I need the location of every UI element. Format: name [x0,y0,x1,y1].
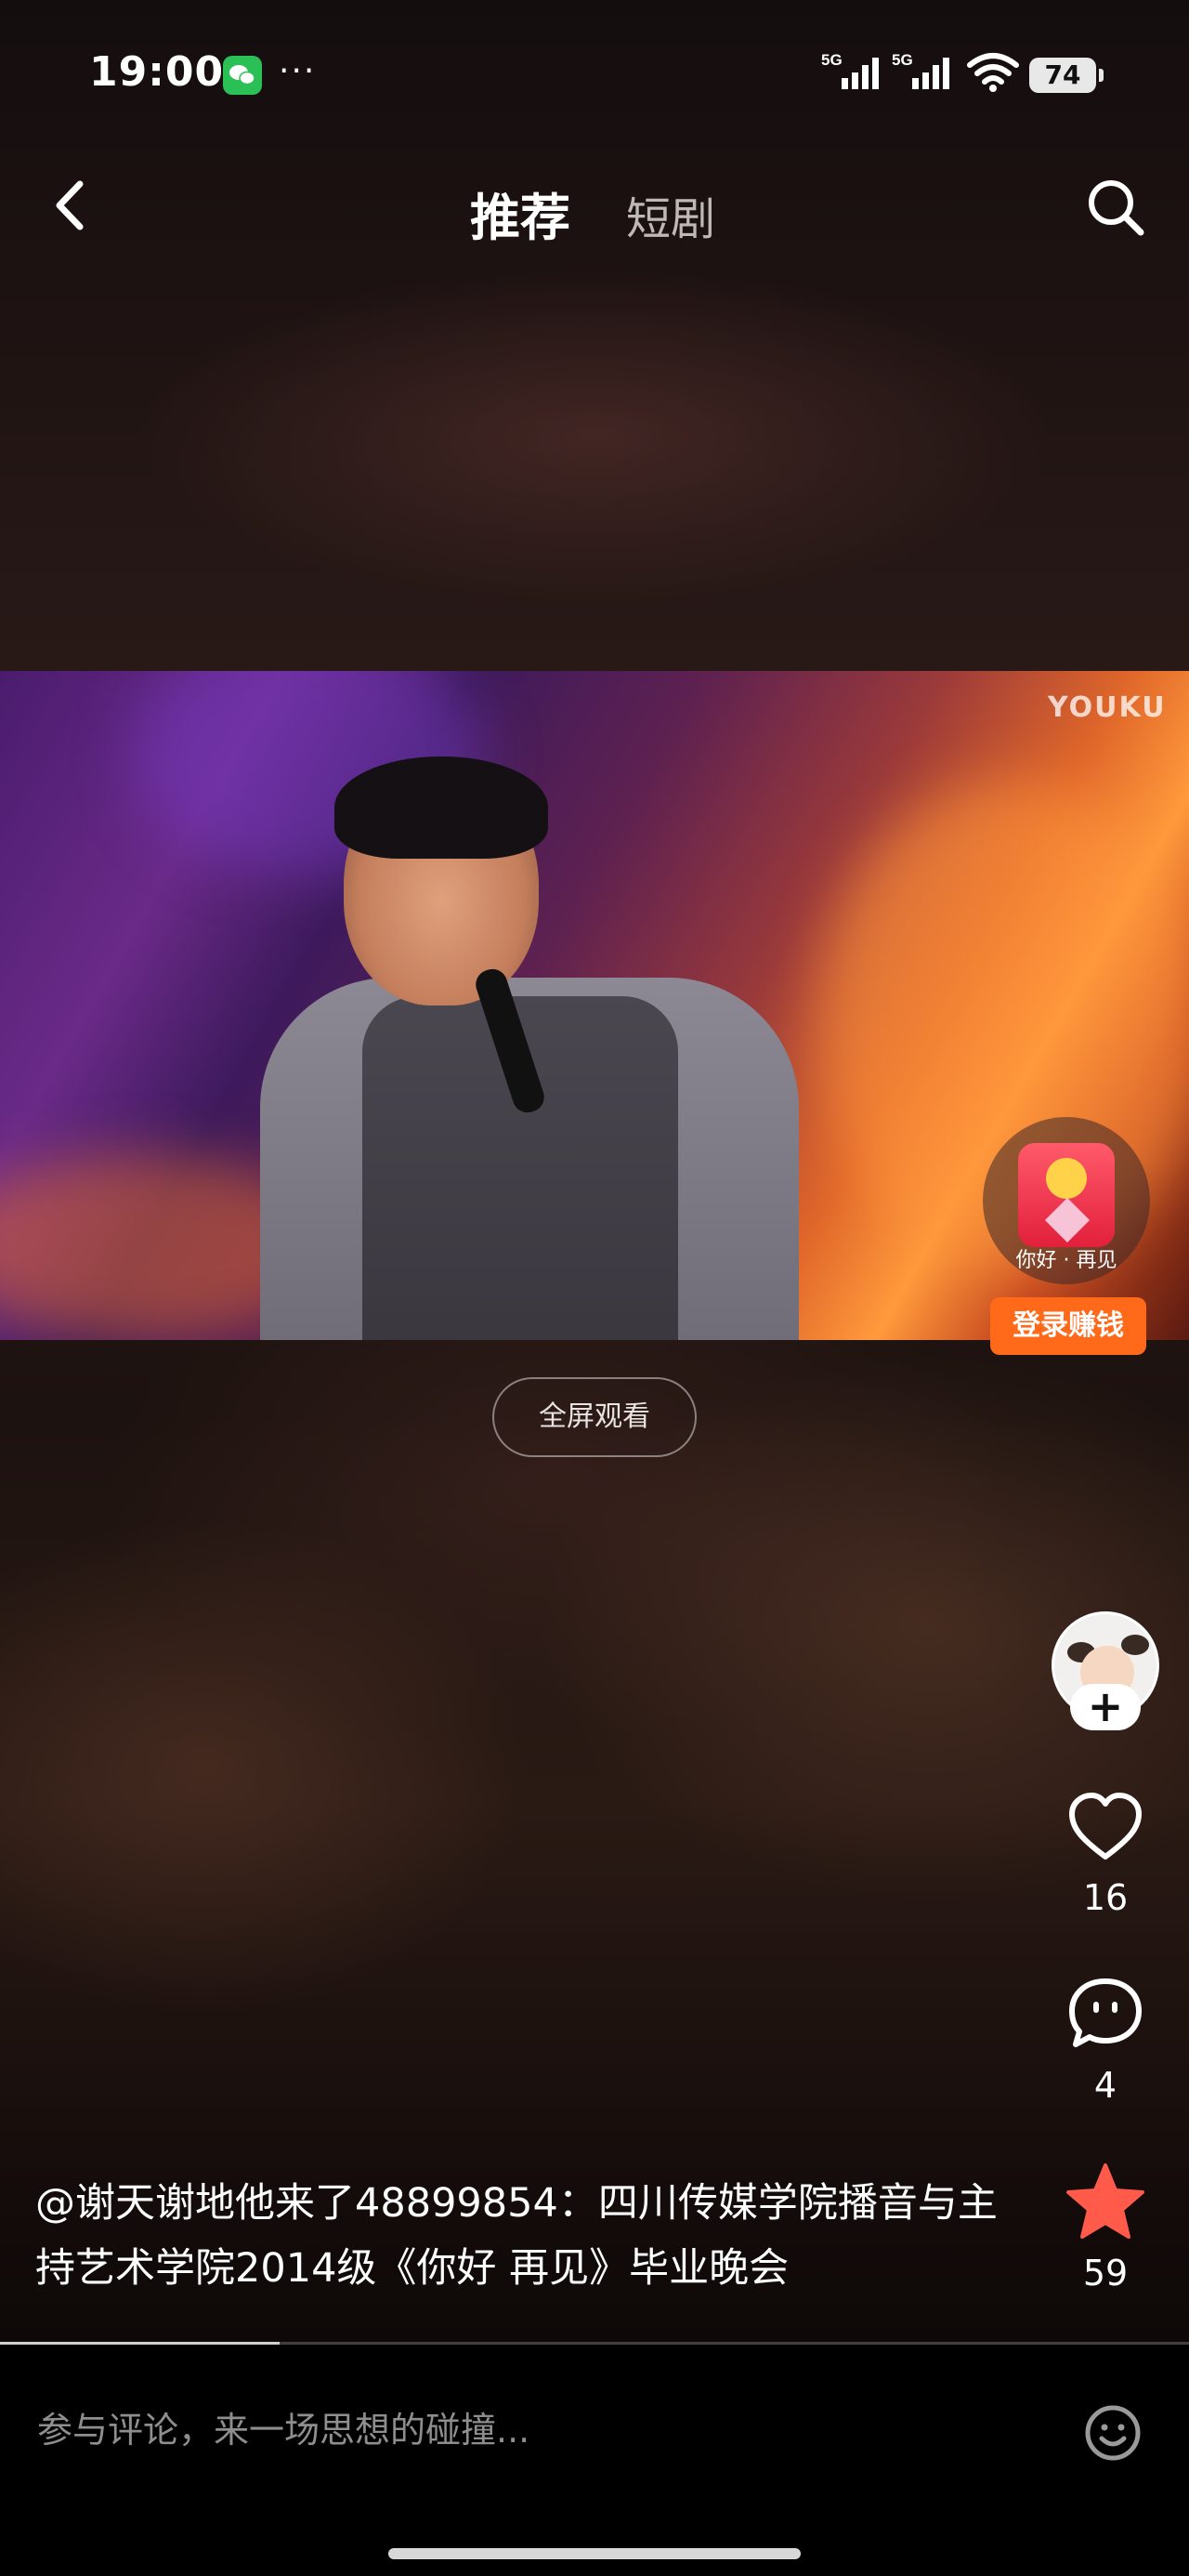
network-type-2: 5G [892,51,913,69]
red-envelope-icon [1018,1143,1115,1247]
favorite-button[interactable] [1065,2162,1146,2243]
home-indicator[interactable] [388,2548,801,2559]
heart-icon [1069,1793,1142,1860]
login-earn-button[interactable]: 登录赚钱 [990,1297,1146,1355]
fullscreen-button[interactable]: 全屏观看 [492,1377,697,1457]
cellular-signal-2-icon: 5G [892,51,949,89]
youku-watermark: YOUKU [1048,691,1167,724]
like-count: 16 [1082,1877,1129,1918]
chevron-left-icon [56,180,84,230]
comment-bubble-icon [1069,1978,1142,2047]
singer-hair [334,756,548,859]
tab-recommend[interactable]: 推荐 [470,177,570,250]
comment-count: 4 [1093,2065,1117,2106]
video-progress-fill [0,2342,280,2345]
emoji-icon [1085,2405,1141,2461]
video-progress-bar[interactable] [0,2342,1189,2345]
emoji-button[interactable] [1083,2403,1143,2463]
follow-button[interactable]: + [1070,1684,1141,1730]
search-button[interactable] [1083,175,1148,240]
status-time: 19:00 [89,48,225,96]
like-button[interactable] [1065,1788,1146,1870]
plus-icon: + [1087,1681,1124,1731]
comment-input[interactable]: 参与评论，来一场思想的碰撞... [37,2401,529,2452]
comment-bar: 参与评论，来一场思想的碰撞... [0,2346,1189,2576]
star-icon [1066,2163,1144,2239]
status-bar: 19:00 ··· 5G 5G 74 [0,0,1189,139]
red-packet-caption: 你好 · 再见 [1015,1249,1117,1272]
tab-short-drama[interactable]: 短剧 [626,182,715,247]
comment-button[interactable] [1065,1974,1146,2056]
favorite-count: 59 [1082,2253,1129,2293]
red-packet-widget[interactable]: 你好 · 再见 [983,1117,1150,1284]
search-icon [1089,180,1144,236]
more-notifications-icon: ··· [279,52,317,90]
wifi-icon [967,53,1019,92]
cellular-signal-1-icon: 5G [821,51,879,89]
wechat-notification-icon [223,56,262,95]
network-type-1: 5G [821,51,843,69]
video-caption: @谢天谢地他来了48899854：四川传媒学院播音与主持艺术学院2014级《你好… [35,2180,998,2292]
battery-indicator: 74 [1029,58,1104,93]
back-button[interactable] [41,173,97,238]
